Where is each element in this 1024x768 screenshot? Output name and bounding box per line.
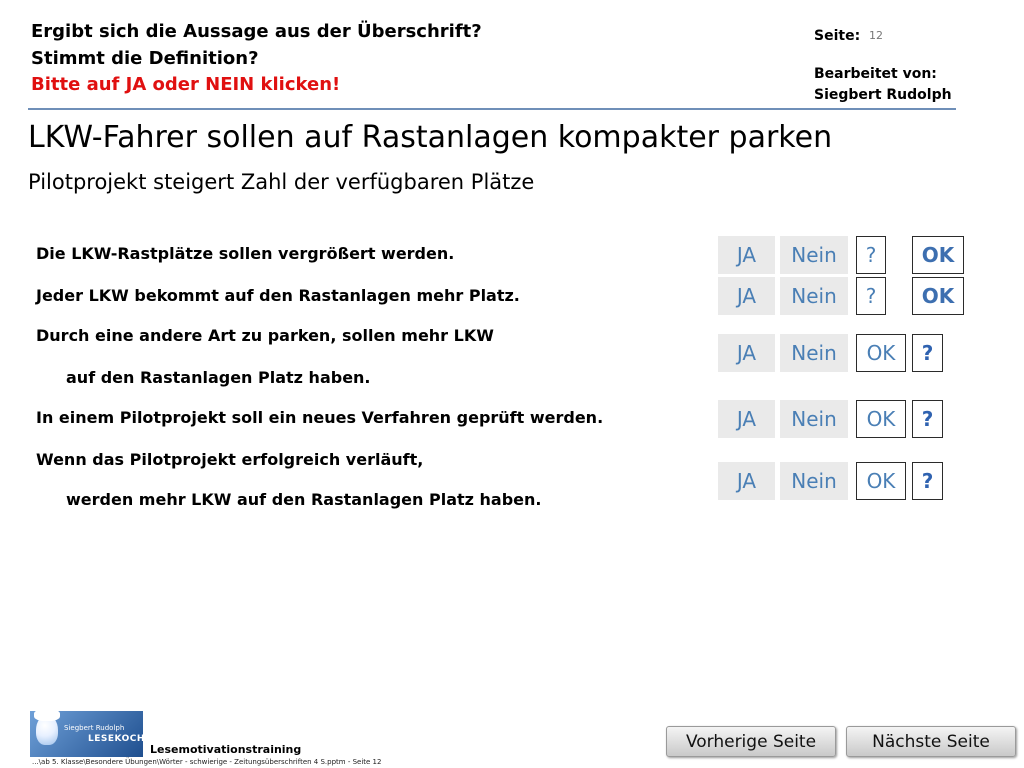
- lesekoch-logo: Siegbert Rudolph LESEKOCH: [30, 711, 143, 757]
- ok-button-1[interactable]: OK: [912, 236, 964, 274]
- ja-button-2[interactable]: JA: [718, 277, 775, 315]
- nein-button-4[interactable]: Nein: [780, 400, 848, 438]
- page-number: 12: [869, 29, 883, 42]
- headline: LKW-Fahrer sollen auf Rastanlagen kompak…: [28, 120, 833, 155]
- instruction-question-2: Stimmt die Definition?: [31, 48, 259, 69]
- nein-button-1[interactable]: Nein: [780, 236, 848, 274]
- statement-4: In einem Pilotprojekt soll ein neues Ver…: [36, 408, 604, 427]
- hint-button-1[interactable]: ?: [856, 236, 886, 274]
- app-name: Lesemotivationstraining: [150, 743, 302, 756]
- hint-button-5[interactable]: ?: [912, 462, 943, 500]
- page-label: Seite:: [814, 28, 861, 44]
- ok-button-5[interactable]: OK: [856, 462, 906, 500]
- previous-page-button[interactable]: Vorherige Seite: [666, 726, 836, 757]
- nein-button-2[interactable]: Nein: [780, 277, 848, 315]
- instruction-question-1: Ergibt sich die Aussage aus der Überschr…: [31, 21, 482, 42]
- statement-3-line-1: Durch eine andere Art zu parken, sollen …: [36, 326, 494, 345]
- ja-button-1[interactable]: JA: [718, 236, 775, 274]
- logo-author: Siegbert Rudolph: [64, 724, 125, 732]
- ok-button-3[interactable]: OK: [856, 334, 906, 372]
- editor-name: Siegbert Rudolph: [814, 87, 952, 103]
- logo-brand: LESEKOCH: [88, 734, 143, 744]
- ja-button-4[interactable]: JA: [718, 400, 775, 438]
- ja-button-5[interactable]: JA: [718, 462, 775, 500]
- edited-by-label: Bearbeitet von:: [814, 66, 937, 82]
- nein-button-3[interactable]: Nein: [780, 334, 848, 372]
- statement-2: Jeder LKW bekommt auf den Rastanlagen me…: [36, 286, 520, 305]
- ja-button-3[interactable]: JA: [718, 334, 775, 372]
- statement-5-line-2: werden mehr LKW auf den Rastanlagen Plat…: [66, 490, 542, 509]
- statement-3-line-2: auf den Rastanlagen Platz haben.: [66, 368, 371, 387]
- hint-button-4[interactable]: ?: [912, 400, 943, 438]
- hint-button-2[interactable]: ?: [856, 277, 886, 315]
- chef-hat-icon: [34, 711, 60, 721]
- nein-button-5[interactable]: Nein: [780, 462, 848, 500]
- next-page-button[interactable]: Nächste Seite: [846, 726, 1016, 757]
- ok-button-4[interactable]: OK: [856, 400, 906, 438]
- statement-1: Die LKW-Rastplätze sollen vergrößert wer…: [36, 244, 455, 263]
- statement-5-line-1: Wenn das Pilotprojekt erfolgreich verläu…: [36, 450, 424, 469]
- header-divider: [28, 108, 956, 110]
- subheadline: Pilotprojekt steigert Zahl der verfügbar…: [28, 170, 535, 194]
- file-path: ...\ab 5. Klasse\Besondere Übungen\Wörte…: [32, 758, 382, 766]
- instruction-click-hint: Bitte auf JA oder NEIN klicken!: [31, 74, 341, 95]
- ok-button-2[interactable]: OK: [912, 277, 964, 315]
- hint-button-3[interactable]: ?: [912, 334, 943, 372]
